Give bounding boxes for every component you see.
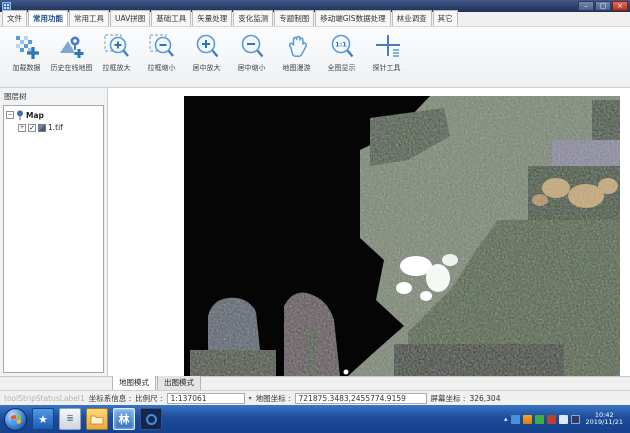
box-zoom-out-button[interactable]: 拉框缩小: [139, 30, 184, 73]
tray-icon-flag[interactable]: [547, 415, 556, 424]
center-zoom-out-icon: [237, 32, 267, 62]
maximize-button[interactable]: ▢: [595, 1, 611, 11]
box-zoom-in-button[interactable]: 拉框放大: [94, 30, 139, 73]
windows-taskbar: ★ ≣ 林 ▴ 10:42 2019/11/21: [0, 405, 630, 433]
expand-box-icon[interactable]: +: [18, 124, 26, 132]
probe-tool-button[interactable]: 探针工具: [364, 30, 409, 73]
tray-icon-orange-grid[interactable]: [523, 415, 532, 424]
menu-tab-forestry-survey[interactable]: 林业调查: [392, 10, 432, 26]
menu-tab-thematic-mapping[interactable]: 专题制图: [274, 10, 314, 26]
close-button[interactable]: ×: [612, 1, 628, 11]
layer-root-label: Map: [26, 111, 44, 120]
menu-tab-mobile-gis-data[interactable]: 移动端GIS数据处理: [315, 10, 390, 26]
center-zoom-out-label: 居中缩小: [238, 63, 266, 73]
taskbar-icon-forestry-app[interactable]: 林: [113, 408, 135, 430]
scale-label: 比例尺 :: [135, 393, 162, 404]
status-bar: toolStripStatusLabel1 坐标系信息 : 比例尺 : 1:13…: [0, 390, 630, 405]
desktop: { "window": { "minimize_glyph": "–", "ma…: [0, 0, 630, 433]
load-data-button[interactable]: 加载数据: [4, 30, 49, 73]
system-tray: ▴ 10:42 2019/11/21: [504, 412, 626, 426]
load-data-label: 加载数据: [13, 63, 41, 73]
status-placeholder-label: toolStripStatusLabel1: [4, 394, 85, 403]
history-online-map-icon: [57, 32, 87, 62]
center-zoom-in-button[interactable]: 居中放大: [184, 30, 229, 73]
layer-checkbox[interactable]: ✓: [28, 124, 36, 132]
menu-tab-other[interactable]: 其它: [433, 10, 458, 26]
layer-tree-root-row[interactable]: − Map: [6, 110, 101, 120]
probe-tool-label: 探针工具: [373, 63, 401, 73]
menu-tab-change-monitoring[interactable]: 变化监测: [233, 10, 273, 26]
probe-crosshair-icon: [372, 32, 402, 62]
box-zoom-out-icon: [147, 32, 177, 62]
map-pan-label: 地图漫游: [283, 63, 311, 73]
center-zoom-in-label: 居中放大: [193, 63, 221, 73]
layer-panel: 图层树 − Map + ✓ 1.tif: [0, 88, 108, 376]
full-extent-button[interactable]: 1:1 全图显示: [319, 30, 364, 73]
tab-layout-mode[interactable]: 出图模式: [157, 375, 201, 390]
menu-tab-vector-processing[interactable]: 矢量处理: [192, 10, 232, 26]
menu-tab-uav-mosaic[interactable]: UAV拼图: [110, 10, 150, 26]
taskbar-icon-star[interactable]: ★: [32, 408, 54, 430]
ribbon-toolbar: 加载数据 历史在线地图 拉框放大: [0, 27, 630, 88]
taskbar-icon-notepad[interactable]: ≣: [59, 408, 81, 430]
menu-tab-common-functions[interactable]: 常用功能: [28, 10, 68, 26]
menu-tab-common-tools[interactable]: 常用工具: [69, 10, 109, 26]
screen-coordinate-label: 屏幕坐标 :: [431, 393, 466, 404]
map-pin-icon: [16, 110, 24, 120]
layer-panel-title: 图层树: [0, 88, 107, 104]
map-pan-button[interactable]: 地图漫游: [274, 30, 319, 73]
map-coordinate-value: 721875.3483,2455774.9159: [295, 393, 427, 404]
box-zoom-out-label: 拉框缩小: [148, 63, 176, 73]
center-zoom-in-icon: [192, 32, 222, 62]
tray-icon-input-indicator[interactable]: [571, 415, 580, 424]
raster-layer-icon: [38, 124, 46, 132]
center-zoom-out-button[interactable]: 居中缩小: [229, 30, 274, 73]
tray-expand-icon[interactable]: ▴: [504, 415, 508, 423]
taskbar-clock[interactable]: 10:42 2019/11/21: [583, 412, 626, 426]
tab-map-mode[interactable]: 地图模式: [112, 375, 156, 390]
history-online-map-button[interactable]: 历史在线地图: [49, 30, 94, 73]
clock-date: 2019/11/21: [586, 419, 623, 426]
map-coordinate-label: 地图坐标 :: [256, 393, 291, 404]
pan-hand-icon: [282, 32, 312, 62]
taskbar-icon-folder[interactable]: [86, 408, 108, 430]
coord-system-label: 坐标系信息 :: [89, 393, 131, 404]
taskbar-icon-circle-app[interactable]: [140, 408, 162, 430]
full-extent-icon: 1:1: [327, 32, 357, 62]
map-canvas[interactable]: [108, 88, 627, 376]
tray-icon-speaker[interactable]: [559, 415, 568, 424]
menu-tab-file[interactable]: 文件: [2, 10, 27, 26]
main-area: 图层树 − Map + ✓ 1.tif: [0, 88, 630, 376]
collapse-box-icon[interactable]: −: [6, 111, 14, 119]
history-online-map-label: 历史在线地图: [51, 63, 93, 73]
load-data-icon: [12, 32, 42, 62]
box-zoom-in-icon: [102, 32, 132, 62]
menu-tab-bar: 文件 常用功能 常用工具 UAV拼图 基础工具 矢量处理 变化监测 专题制图 移…: [0, 12, 630, 27]
full-extent-icon-text: 1:1: [335, 41, 347, 49]
map-view[interactable]: [108, 88, 630, 376]
folder-icon: [90, 414, 104, 425]
map-mode-tab-bar: 地图模式 出图模式: [0, 376, 630, 390]
scale-dropdown-icon[interactable]: ▾: [249, 395, 252, 402]
layer-child-label: 1.tif: [48, 123, 63, 132]
box-zoom-in-label: 拉框放大: [103, 63, 131, 73]
layer-tree[interactable]: − Map + ✓ 1.tif: [3, 105, 104, 373]
tray-icon-green[interactable]: [535, 415, 544, 424]
start-button[interactable]: [4, 408, 27, 431]
screen-coordinate-value: 326,304: [469, 394, 500, 403]
scale-value-box[interactable]: 1:137061: [167, 393, 245, 404]
circle-icon: [146, 414, 157, 425]
layer-tree-child-row[interactable]: + ✓ 1.tif: [18, 123, 101, 132]
tray-icon-blue[interactable]: [511, 415, 520, 424]
windows-logo-icon: [11, 414, 21, 424]
full-extent-label: 全图显示: [328, 63, 356, 73]
minimize-button[interactable]: –: [578, 1, 594, 11]
menu-tab-basic-tools[interactable]: 基础工具: [151, 10, 191, 26]
